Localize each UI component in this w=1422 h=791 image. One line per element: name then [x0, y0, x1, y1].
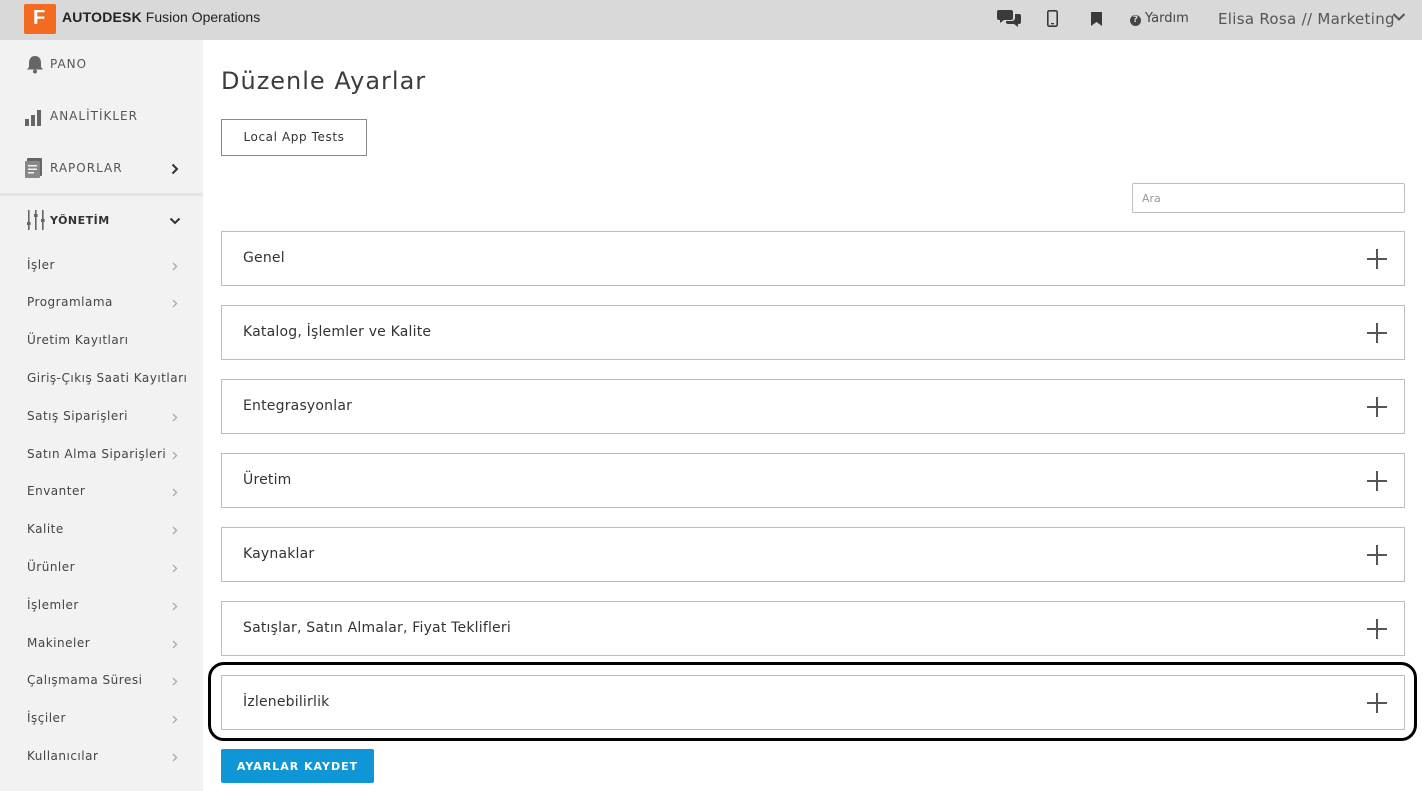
sidebar-item-scheduling[interactable]: Programlama	[27, 295, 113, 309]
sidebar-label-analytics: ANALİTİKLER	[50, 109, 138, 123]
panel-label: Kaynaklar	[243, 546, 315, 562]
chevron-right-icon	[172, 262, 178, 271]
sidebar-item-products[interactable]: Ürünler	[27, 560, 75, 574]
sidebar-item-clock-records[interactable]: Giriş-Çıkış Saati Kayıtları	[27, 371, 187, 385]
sidebar-item-production-records[interactable]: Üretim Kayıtları	[27, 333, 129, 347]
plus-icon[interactable]	[1367, 249, 1387, 269]
plus-icon[interactable]	[1367, 545, 1387, 565]
sidebar-section-pano[interactable]: PANO	[0, 40, 203, 92]
sidebar-section-analytics[interactable]: ANALİTİKLER	[0, 92, 203, 144]
sliders-icon	[27, 210, 45, 230]
panel-label: Genel	[243, 250, 285, 266]
settings-panel-integrations[interactable]: Entegrasyonlar	[221, 379, 1405, 434]
panel-label: Satışlar, Satın Almalar, Fiyat Teklifler…	[243, 620, 511, 636]
sidebar-label-reports: RAPORLAR	[50, 161, 123, 175]
panel-label: İzlenebilirlik	[243, 694, 330, 710]
chevron-right-icon	[172, 451, 178, 460]
settings-panel-production[interactable]: Üretim	[221, 453, 1405, 508]
search-input[interactable]	[1132, 183, 1405, 213]
chevron-right-icon	[172, 753, 178, 762]
sidebar-section-reports[interactable]: RAPORLAR	[0, 144, 203, 196]
user-menu[interactable]: Elisa Rosa // Marketing	[1218, 10, 1395, 28]
report-icon	[25, 158, 42, 178]
chevron-right-icon	[172, 413, 178, 422]
fusion-logo[interactable]: F	[24, 4, 56, 34]
plus-icon[interactable]	[1367, 471, 1387, 491]
chevron-right-icon	[172, 299, 178, 308]
page-title: Düzenle Ayarlar	[221, 67, 427, 95]
plus-icon[interactable]	[1367, 693, 1387, 713]
chevron-right-icon	[172, 602, 178, 611]
plus-icon[interactable]	[1367, 397, 1387, 417]
panel-label: Üretim	[243, 472, 292, 488]
sidebar: PANO ANALİTİKLER RAPORLAR YÖNETİM İşler …	[0, 40, 203, 791]
chevron-right-icon	[172, 526, 178, 535]
settings-panel-general[interactable]: Genel	[221, 231, 1405, 286]
chat-icon[interactable]	[997, 8, 1021, 28]
settings-panel-resources[interactable]: Kaynaklar	[221, 527, 1405, 582]
sidebar-item-operations[interactable]: İşlemler	[27, 598, 79, 612]
sidebar-item-sales-orders[interactable]: Satış Siparişleri	[27, 409, 128, 423]
chevron-down-icon	[169, 217, 181, 225]
sidebar-item-users[interactable]: Kullanıcılar	[27, 749, 98, 763]
chevron-right-icon	[172, 640, 178, 649]
logo-letter: F	[33, 7, 46, 29]
chevron-right-icon	[172, 564, 178, 573]
bell-icon	[27, 56, 43, 74]
chevron-right-icon	[172, 677, 178, 686]
mobile-icon[interactable]	[1047, 10, 1058, 27]
sidebar-item-inventory[interactable]: Envanter	[27, 484, 85, 498]
sidebar-item-jobs[interactable]: İşler	[27, 258, 55, 272]
sidebar-item-quality[interactable]: Kalite	[27, 522, 64, 536]
save-settings-button[interactable]: AYARLAR KAYDET	[221, 749, 374, 783]
bar-chart-icon	[25, 110, 41, 126]
sidebar-label-management: YÖNETİM	[50, 214, 110, 227]
settings-panel-traceability[interactable]: İzlenebilirlik	[221, 675, 1405, 730]
sidebar-item-machines[interactable]: Makineler	[27, 636, 90, 650]
brand-rest: Fusion Operations	[141, 9, 261, 25]
chevron-down-icon[interactable]	[1392, 12, 1406, 22]
chevron-right-icon	[172, 488, 178, 497]
sidebar-section-management[interactable]: YÖNETİM	[0, 196, 203, 248]
brand-name: AUTODESK Fusion Operations	[62, 9, 260, 25]
help-link[interactable]: ? Yardım	[1130, 11, 1189, 26]
brand-bold: AUTODESK	[62, 9, 142, 25]
sidebar-item-purchase-orders[interactable]: Satın Alma Siparişleri	[27, 447, 166, 461]
sidebar-item-workers[interactable]: İşçiler	[27, 711, 66, 725]
help-label: Yardım	[1145, 11, 1189, 26]
chevron-right-icon	[172, 715, 178, 724]
sidebar-item-downtime[interactable]: Çalışmama Süresi	[27, 673, 142, 687]
plus-icon[interactable]	[1367, 619, 1387, 639]
chevron-right-icon	[171, 163, 179, 175]
plus-icon[interactable]	[1367, 323, 1387, 343]
help-icon: ?	[1130, 15, 1141, 26]
top-bar: F AUTODESK Fusion Operations ? Yardım Eli…	[0, 0, 1422, 40]
panel-label: Entegrasyonlar	[243, 398, 353, 414]
panel-label: Katalog, İşlemler ve Kalite	[243, 324, 432, 340]
local-app-tests-button[interactable]: Local App Tests	[221, 119, 367, 156]
settings-panel-sales-purchases[interactable]: Satışlar, Satın Almalar, Fiyat Teklifler…	[221, 601, 1405, 656]
settings-panel-catalog[interactable]: Katalog, İşlemler ve Kalite	[221, 305, 1405, 360]
bookmark-icon[interactable]	[1091, 12, 1102, 26]
sidebar-label-pano: PANO	[50, 57, 88, 71]
